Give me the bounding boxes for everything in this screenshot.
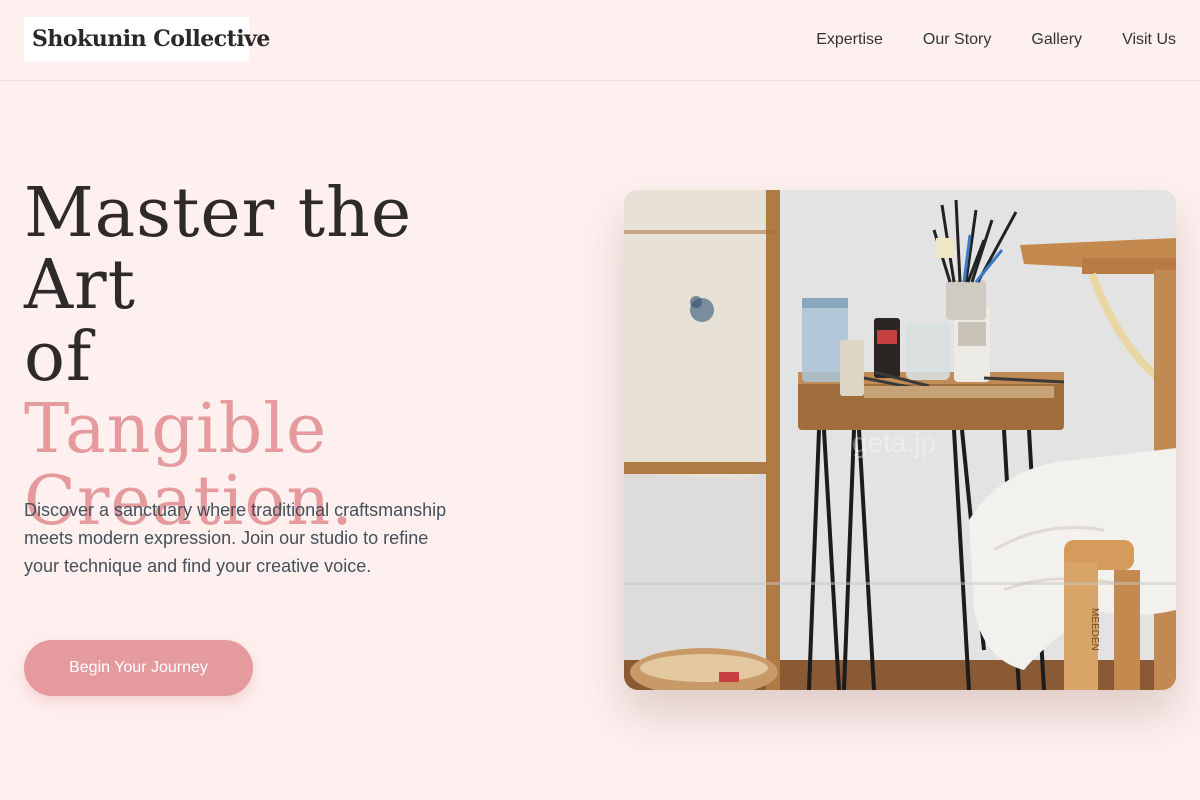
top-navigation-bar: Shokunin Collective Expertise Our Story … (0, 0, 1200, 81)
hero-title-accent-line-1: Tangible (24, 390, 328, 469)
nav-link-expertise[interactable]: Expertise (816, 30, 883, 50)
nav-link-gallery[interactable]: Gallery (1031, 30, 1082, 50)
studio-photo: geta.jp MEEDEN (624, 190, 1176, 690)
nav-link-visit-us[interactable]: Visit Us (1122, 30, 1176, 50)
brand-logo[interactable]: Shokunin Collective (24, 17, 270, 61)
begin-journey-button[interactable]: Begin Your Journey (24, 640, 253, 696)
nav-link-our-story[interactable]: Our Story (923, 30, 991, 50)
main-nav: Expertise Our Story Gallery Visit Us (816, 30, 1176, 50)
hero-description: Discover a sanctuary where traditional c… (24, 500, 447, 576)
hero-headline: Master the Art of Tangible Creation. (24, 178, 544, 538)
stool-brand-label: MEEDEN (1089, 608, 1100, 651)
brand-name: Shokunin Collective (32, 26, 270, 52)
hero-title-line-2: of (24, 318, 93, 397)
image-watermark: geta.jp (852, 427, 936, 458)
hero-title-line-1: Master the Art (24, 174, 413, 325)
